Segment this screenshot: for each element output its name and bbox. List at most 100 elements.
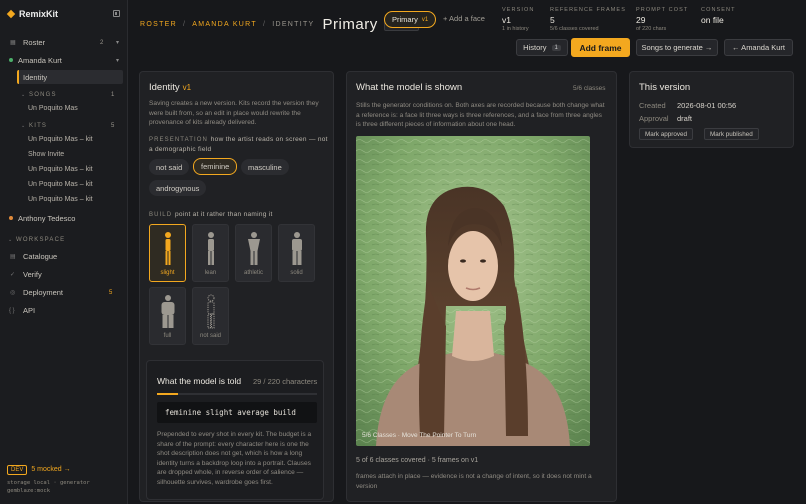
- sidebar-item-label: Show Invite: [28, 151, 65, 158]
- face-tab-version: v1: [421, 16, 429, 23]
- section-label: WORKSPACE: [16, 236, 66, 243]
- sidebar-kit-item[interactable]: Un Poquito Mas – kit: [0, 163, 128, 176]
- stat-value: 5: [550, 15, 555, 25]
- figure-lean-icon: [208, 232, 214, 265]
- sidebar-item-roster[interactable]: ▦ Roster 2 ▾: [0, 36, 128, 49]
- sidebar-item-anthony-tedesco[interactable]: Anthony Tedesco: [0, 212, 128, 225]
- figure-athletic-icon: [248, 232, 260, 265]
- sidebar-item-label: Un Poquito Mas – kit: [28, 196, 93, 203]
- sidebar-kit-item[interactable]: Un Poquito Mas – kit: [0, 178, 128, 191]
- build-option-not-said[interactable]: not said: [192, 287, 229, 345]
- prompt-char-count: 29 / 220 characters: [253, 377, 318, 386]
- face-tab-primary[interactable]: Primary v1: [384, 11, 437, 28]
- identity-title-text: Identity: [149, 82, 180, 93]
- build-label: BUILD point at it rather than naming it: [149, 211, 273, 218]
- figure-full-icon: [161, 295, 175, 328]
- sidebar-item-api[interactable]: { } API: [0, 304, 128, 317]
- add-face-button[interactable]: + Add a face: [443, 14, 485, 23]
- sidebar-song-item[interactable]: Un Poquito Mas: [0, 102, 128, 115]
- sidebar-item-label: Un Poquito Mas – kit: [28, 166, 93, 173]
- sidebar-item-label: Roster: [23, 38, 46, 47]
- build-option-lean[interactable]: lean: [192, 224, 229, 282]
- grid-icon: ▦: [10, 40, 16, 46]
- build-option-solid[interactable]: solid: [278, 224, 315, 282]
- stat-reference-frames: REFERENCE FRAMES 5 5/6 classes covered: [550, 7, 626, 32]
- stat-version: VERSION v1 1 in history: [502, 7, 534, 32]
- presentation-option-feminine[interactable]: feminine: [193, 158, 238, 175]
- sidebar-kit-item[interactable]: Un Poquito Mas – kit: [0, 133, 128, 146]
- portrait-image: [356, 136, 590, 446]
- breadcrumb-artist[interactable]: AMANDA KURT: [192, 21, 257, 28]
- sidebar-item-deployment[interactable]: ◎ Deployment 5: [0, 286, 128, 299]
- sidebar-item-label: Un Poquito Mas – kit: [28, 136, 93, 143]
- stat-key: PROMPT COST: [636, 7, 689, 13]
- sidebar-section-songs[interactable]: ⌄ SONGS 1: [0, 88, 128, 101]
- sidebar-collapse-icon[interactable]: [113, 10, 120, 17]
- sidebar-kit-item[interactable]: Un Poquito Mas – kit: [0, 193, 128, 206]
- sidebar-item-amanda-kurt[interactable]: Amanda Kurt ▾: [0, 54, 128, 67]
- sidebar-section-kits[interactable]: ⌄ KITS 5: [0, 119, 128, 132]
- reference-frame-viewer[interactable]: [356, 136, 590, 446]
- presentation-label: PRESENTATION how the artist reads on scr…: [149, 135, 329, 155]
- add-frame-button[interactable]: Add frame: [571, 38, 630, 57]
- presentation-option-masculine[interactable]: masculine: [241, 159, 289, 175]
- mark-published-button[interactable]: Mark published: [704, 128, 759, 140]
- chevron-down-icon[interactable]: ▾: [116, 39, 119, 46]
- mocked-link[interactable]: 5 mocked →: [31, 466, 70, 473]
- stat-sub: 5/6 classes covered: [550, 26, 599, 32]
- build-option-athletic[interactable]: athletic: [235, 224, 272, 282]
- sidebar-kit-item[interactable]: Show Invite: [0, 148, 128, 161]
- breadcrumb-separator: /: [182, 21, 187, 28]
- chevron-down-icon: ⌄: [21, 122, 26, 129]
- stat-prompt-cost: PROMPT COST 29 of 220 chars: [636, 7, 688, 32]
- brand-name: RemixKit: [19, 9, 59, 19]
- identity-description: Saving creates a new version. Kits recor…: [149, 100, 319, 126]
- catalogue-icon: ▤: [10, 254, 16, 260]
- build-option-full[interactable]: full: [149, 287, 186, 345]
- prompt-text: feminine slight average build: [157, 402, 317, 423]
- presentation-option-androgynous[interactable]: androgynous: [149, 180, 207, 196]
- sidebar: RemixKit ▦ Roster 2 ▾ Amanda Kurt ▾ Iden…: [0, 0, 128, 504]
- back-to-artist-button[interactable]: ← Amanda Kurt: [724, 39, 793, 56]
- presentation-option-not-said[interactable]: not said: [149, 159, 190, 175]
- chevron-down-icon: ⌄: [21, 91, 26, 98]
- created-label: Created: [639, 101, 666, 110]
- roster-count: 2: [100, 39, 104, 46]
- breadcrumb-roster[interactable]: ROSTER: [140, 21, 177, 28]
- deployment-count: 5: [109, 289, 113, 296]
- breadcrumb-separator: /: [262, 21, 267, 28]
- history-label: History: [523, 43, 547, 52]
- classes-count: 5/6 classes: [573, 85, 606, 92]
- history-button[interactable]: History 1: [516, 39, 568, 56]
- songs-count: 1: [111, 91, 115, 98]
- created-value: 2026-08-01 00:56: [677, 101, 737, 110]
- section-label: KITS: [29, 122, 48, 129]
- prompt-budget-bar: [157, 393, 317, 395]
- model-shown-title: What the model is shown: [356, 82, 463, 93]
- sidebar-item-label: Un Poquito Mas: [28, 105, 78, 112]
- sidebar-section-workspace[interactable]: ⌄ WORKSPACE: [0, 233, 128, 246]
- sidebar-item-catalogue[interactable]: ▤ Catalogue: [0, 250, 128, 263]
- chevron-down-icon: ⌄: [8, 236, 13, 243]
- approval-label: Approval: [639, 114, 669, 123]
- chevron-down-icon[interactable]: ▾: [116, 57, 119, 64]
- braces-icon: { }: [9, 307, 15, 314]
- app-root: RemixKit ▦ Roster 2 ▾ Amanda Kurt ▾ Iden…: [0, 0, 806, 504]
- breadcrumb: ROSTER / AMANDA KURT / IDENTITY Primary …: [140, 16, 419, 33]
- face-tab-label: Primary: [392, 15, 418, 24]
- coverage-summary: 5 of 6 classes covered · 5 frames on v1: [356, 457, 479, 464]
- presentation-label-text: PRESENTATION: [149, 137, 208, 143]
- kits-count: 5: [111, 122, 115, 129]
- build-option-slight[interactable]: slight: [149, 224, 186, 282]
- section-label: SONGS: [29, 91, 57, 98]
- stat-sub: of 220 chars: [636, 26, 667, 32]
- songs-to-generate-button[interactable]: Songs to generate →: [636, 39, 718, 56]
- sidebar-item-identity[interactable]: Identity: [0, 71, 128, 84]
- mark-approved-button[interactable]: Mark approved: [639, 128, 693, 140]
- model-shown-description: Stills the generator conditions on. Both…: [356, 102, 605, 128]
- sidebar-item-label: Amanda Kurt: [18, 56, 62, 65]
- brand[interactable]: RemixKit: [6, 9, 59, 19]
- sidebar-item-verify[interactable]: ✓ Verify: [0, 268, 128, 281]
- deployment-icon: ◎: [10, 290, 16, 296]
- stat-value: 29: [636, 15, 646, 25]
